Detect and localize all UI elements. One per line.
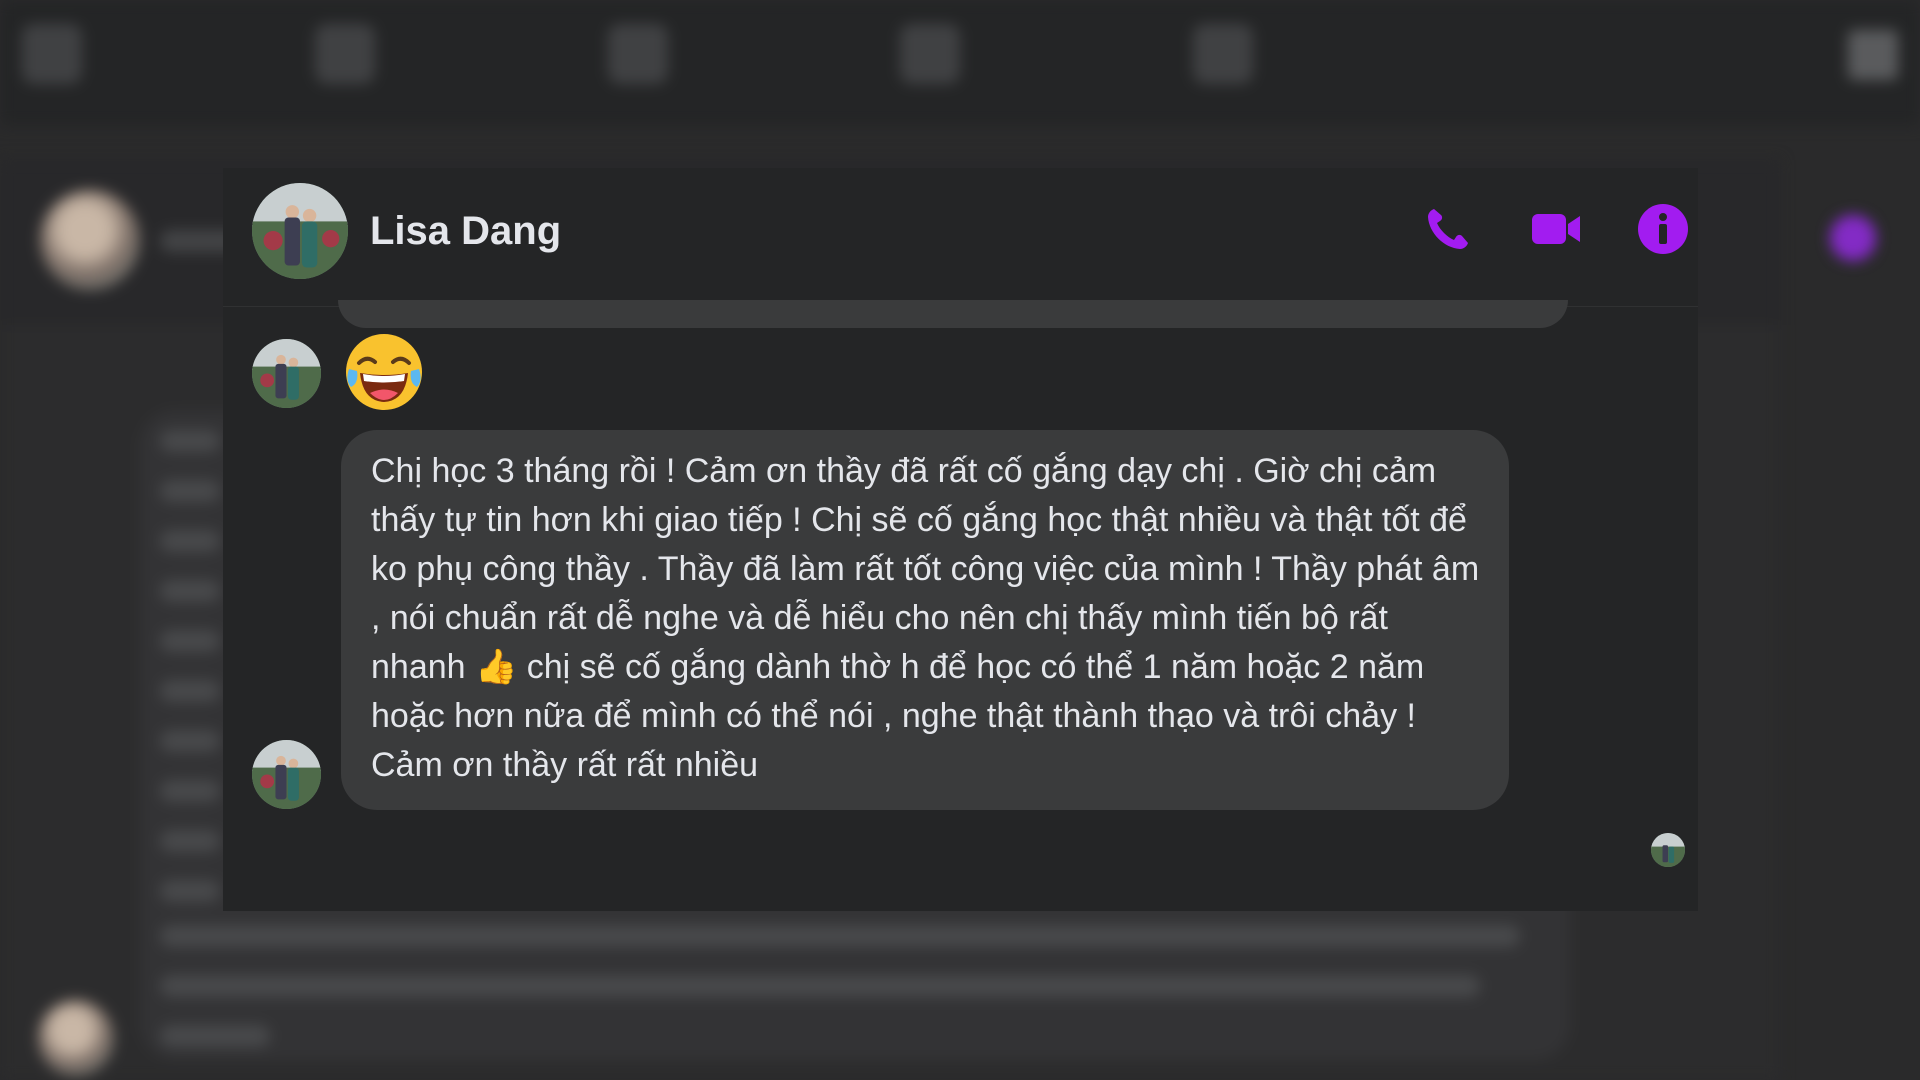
background-avatar [38,1000,114,1076]
background-phone-icon [1830,215,1876,261]
background-text-line [160,1025,270,1047]
avatar-photo [252,183,348,279]
message-text: Chị học 3 tháng rồi ! Cảm ơn thầy đã rất… [371,452,1480,784]
marketplace-icon [900,24,960,84]
background-text-line [160,830,220,852]
info-icon [1638,204,1688,254]
voice-call-button[interactable] [1422,203,1474,255]
previous-message-bubble [338,300,1568,328]
phone-icon [1428,209,1468,249]
video-camera-icon [1532,214,1580,244]
background-text-line [160,480,220,502]
message-bubble[interactable]: Chị học 3 tháng rồi ! Cảm ơn thầy đã rất… [341,430,1509,810]
watch-icon [608,24,668,84]
friends-icon [315,24,375,84]
background-text-line [160,780,220,802]
background-text-line [160,580,220,602]
background-text-line [160,975,1480,997]
groups-icon [1193,24,1253,84]
background-text-line [160,530,220,552]
background-text-line [160,630,220,652]
avatar-photo [252,740,321,809]
seen-receipt-avatar [1651,833,1685,867]
tears-of-joy-emoji[interactable] [343,331,425,413]
sender-avatar[interactable] [252,339,321,408]
contact-avatar[interactable] [252,183,348,279]
sender-avatar[interactable] [252,740,321,809]
home-icon [22,24,82,84]
background-avatar [40,190,140,290]
avatar-photo [1651,833,1685,867]
background-text-line [160,430,220,452]
background-text-line [160,730,220,752]
background-text-line [160,925,1520,947]
chat-window: Lisa Dang Chị học 3 tháng rồi ! Cảm ơn t… [223,168,1698,911]
menu-grid-icon [1848,30,1898,80]
contact-name[interactable]: Lisa Dang [370,208,561,254]
avatar-photo [252,339,321,408]
background-text-line [160,880,220,902]
conversation-info-button[interactable] [1637,203,1689,255]
chat-header: Lisa Dang [223,168,1698,307]
background-text-line [160,680,220,702]
top-navigation-bar [0,0,1920,125]
video-call-button[interactable] [1530,203,1582,255]
